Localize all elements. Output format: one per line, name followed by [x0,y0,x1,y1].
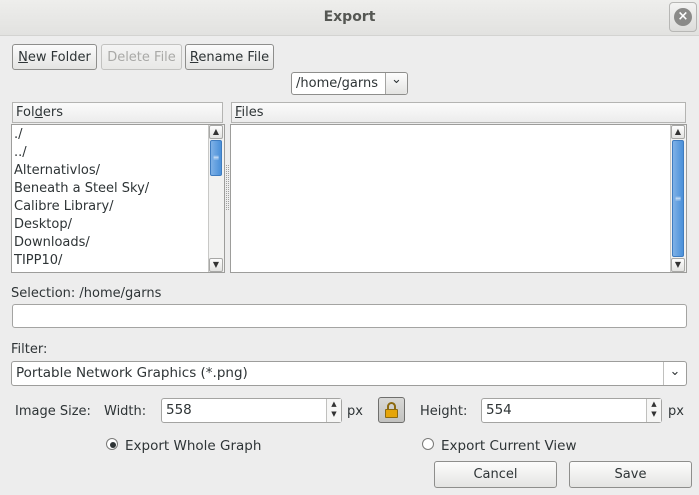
rename-file-button[interactable]: Rename File [185,44,274,70]
width-value: 558 [166,402,192,418]
decrement-icon[interactable]: ▼ [647,409,661,419]
width-label: Width: [104,404,147,419]
export-whole-graph-radio[interactable] [106,438,118,450]
height-unit: px [668,404,684,419]
save-button[interactable]: Save [569,461,692,488]
folders-header[interactable]: Folders [12,102,223,123]
decrement-icon[interactable]: ▼ [327,409,341,419]
new-folder-button[interactable]: New Folder [12,44,97,70]
close-icon: × [674,8,692,26]
folders-list[interactable]: ./ ../ Alternativlos/ Beneath a Steel Sk… [11,124,225,273]
aspect-lock-button[interactable] [378,397,405,423]
export-current-view-radio[interactable] [422,438,434,450]
height-spinbox[interactable]: 554 [481,398,662,423]
close-button[interactable]: × [669,2,697,32]
export-current-view-label[interactable]: Export Current View [441,438,577,454]
height-stepper[interactable]: ▲ ▼ [646,399,661,422]
list-item[interactable]: Downloads/ [12,234,208,252]
list-item[interactable]: Beneath a Steel Sky/ [12,180,208,198]
filter-label: Filter: [11,342,48,357]
files-list[interactable]: ▲ ≡ ▼ [230,124,687,273]
width-stepper[interactable]: ▲ ▼ [326,399,341,422]
chevron-down-icon[interactable]: ⌄ [385,73,407,94]
lock-icon-body [385,409,398,418]
list-item[interactable]: ../ [12,144,208,162]
path-label: /home/garns [296,76,378,91]
scroll-up-icon[interactable]: ▲ [671,125,685,139]
cancel-button[interactable]: Cancel [434,461,557,488]
list-item[interactable]: ./ [12,126,208,144]
width-unit: px [347,404,363,419]
files-scrollbar[interactable]: ▲ ≡ ▼ [670,125,686,272]
increment-icon[interactable]: ▲ [327,399,341,409]
list-item[interactable]: Calibre Library/ [12,198,208,216]
width-spinbox[interactable]: 558 [161,398,342,423]
height-label: Height: [420,404,468,419]
selection-label: Selection: /home/garns [11,286,162,301]
scroll-up-icon[interactable]: ▲ [209,125,223,139]
increment-icon[interactable]: ▲ [647,399,661,409]
scroll-down-icon[interactable]: ▼ [671,258,685,272]
chevron-down-icon[interactable]: ⌄ [663,362,686,385]
filter-select[interactable]: Portable Network Graphics (*.png) [11,361,687,386]
list-item[interactable]: TIPP10/ [12,252,208,270]
scroll-thumb[interactable]: ≡ [210,140,222,176]
height-value: 554 [486,402,512,418]
scroll-down-icon[interactable]: ▼ [209,258,223,272]
folders-scrollbar[interactable]: ▲ ≡ ▼ [208,125,224,272]
list-item[interactable]: Desktop/ [12,216,208,234]
scroll-thumb[interactable]: ≡ [672,140,684,257]
delete-file-button[interactable]: Delete File [101,44,182,70]
pane-splitter-handle[interactable] [226,165,229,210]
files-header[interactable]: Files [231,102,686,123]
filter-value: Portable Network Graphics (*.png) [16,365,248,381]
export-whole-graph-label[interactable]: Export Whole Graph [125,438,261,454]
window-title: Export [323,9,376,25]
selection-input[interactable] [12,304,687,328]
image-size-label: Image Size: [15,404,91,419]
list-item[interactable]: Alternativlos/ [12,162,208,180]
